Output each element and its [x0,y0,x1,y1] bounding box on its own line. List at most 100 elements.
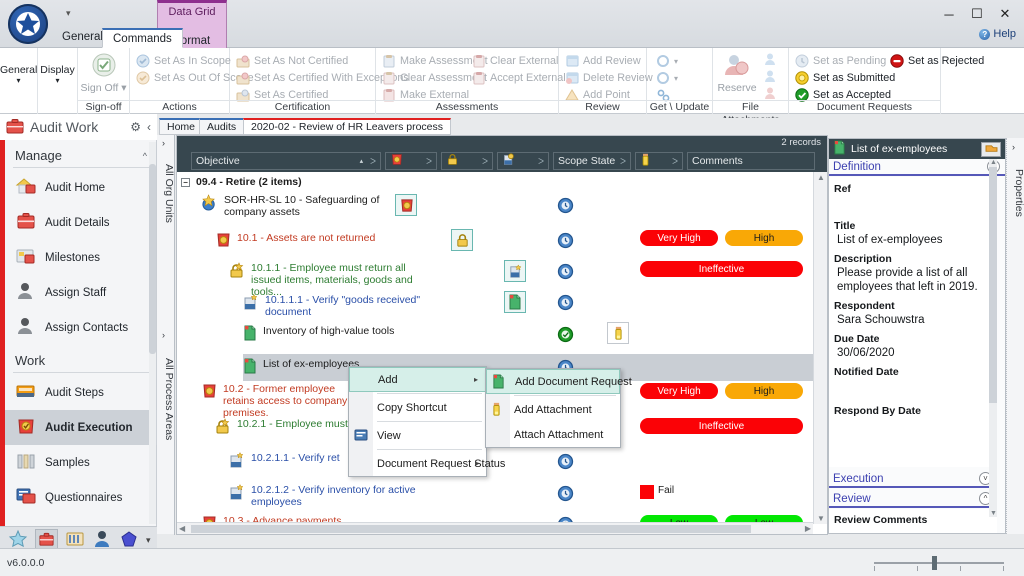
filter-icon[interactable]: ᐳ [482,157,488,166]
column-header-objective[interactable]: Objective ▴ ᐳ [191,152,381,170]
row-test-cell[interactable] [504,260,526,282]
sidebar-item-audit-details[interactable]: Audit Details [5,205,157,240]
row-risk-cell[interactable] [395,194,417,216]
general-menu-button[interactable]: General ▾ [0,64,37,86]
menu-item-add-attachment[interactable]: Add Attachment [486,397,620,422]
set-as-in-scope-button[interactable]: Set As In Scope [136,54,231,68]
column-header-test[interactable]: ᐳ [497,152,549,170]
get-update-2-button[interactable]: ▾ [656,71,678,85]
accept-external-button[interactable]: Accept External [472,71,566,85]
field-value-respond-by-date[interactable] [834,418,992,434]
dock-tab-all-org-units[interactable]: All Org Units [157,152,175,234]
accordion-definition[interactable]: Definition ^ [829,159,1005,176]
maximize-button[interactable]: ☐ [964,4,990,24]
gear-icon[interactable]: ⚙ [130,120,141,134]
field-value-due-date[interactable]: 30/06/2020 [834,346,992,360]
sign-off-button[interactable]: Sign Off ▾ [78,52,129,94]
table-row[interactable]: 10.1.1 - Employee must return all issued… [229,262,429,298]
grid-horizontal-scrollbar[interactable]: ◀ ▶ [177,522,813,534]
reserve-button[interactable]: Reserve [715,52,759,94]
sort-asc-icon[interactable]: ▴ [360,157,364,165]
scrollbar-thumb[interactable] [989,167,997,403]
get-update-1-button[interactable]: ▾ [656,54,678,68]
field-value-respondent[interactable]: Sara Schouwstra [834,313,992,327]
filter-icon[interactable]: ᐳ [370,157,376,166]
dock-tab-properties[interactable]: Properties [1007,158,1024,228]
sidebar-item-milestones[interactable]: Milestones [5,240,157,275]
field-value-title[interactable]: List of ex-employees [834,233,992,247]
app-logo-icon[interactable] [8,4,48,44]
scrollbar-thumb[interactable] [191,525,751,533]
doc-tab-home[interactable]: Home [159,118,203,135]
table-row[interactable]: 10.2 - Former employee retains access to… [201,383,361,419]
sidebar-item-audit-home[interactable]: Audit Home [5,170,157,205]
sidebar-section-work[interactable]: Work [5,345,157,372]
add-review-button[interactable]: Add Review [565,54,641,68]
table-row[interactable]: 10.1 - Assets are not returned [215,232,405,251]
column-header-comments[interactable]: Comments [687,152,815,170]
table-row[interactable]: 10.2.1.2 - Verify inventory for active e… [229,484,459,508]
scroll-left-icon[interactable]: ◀ [179,524,185,533]
properties-scrollbar[interactable]: ▲ ▼ [989,159,997,517]
module-overflow-icon[interactable]: ▾ [146,535,151,546]
field-value-notified-date[interactable] [834,379,992,399]
sidebar-scrollbar[interactable] [149,142,156,524]
set-as-pending-button[interactable]: Set as Pending [795,54,886,68]
column-header-attachment[interactable]: ᐳ [635,152,683,170]
dock-tab-all-process-areas[interactable]: All Process Areas [157,344,175,454]
all-process-areas-chevron-icon[interactable]: › [162,330,165,340]
clear-external-button[interactable]: Clear External [472,54,558,68]
pin-icon[interactable] [981,142,1001,157]
delete-review-button[interactable]: Delete Review [565,71,653,85]
filter-icon[interactable]: ᐳ [426,157,432,166]
table-row[interactable]: Inventory of high-value tools [243,325,443,344]
row-document-request-cell[interactable] [504,291,526,313]
grid-vertical-scrollbar[interactable]: ▲ ▼ [813,172,827,524]
display-menu-button[interactable]: Display ▾ [38,64,77,86]
scrollbar-thumb[interactable] [149,164,156,354]
chevron-up-icon[interactable]: ^ [143,151,147,161]
sidebar-item-questionnaires[interactable]: Questionnaires [5,480,157,515]
field-value-ref[interactable] [834,196,992,214]
table-row[interactable]: 10.2.1 - Employee must [215,418,360,438]
minimize-button[interactable]: ─ [936,4,962,24]
table-row[interactable]: SOR-HR-SL 10 - Safeguarding of company a… [201,194,391,218]
row-attachment-cell[interactable] [607,322,629,344]
set-as-not-certified-button[interactable]: Set As Not Certified [236,54,348,68]
table-row[interactable]: 10.2.1.1 - Verify ret [229,452,359,472]
scroll-right-icon[interactable]: ▶ [805,524,811,533]
zoom-slider-thumb[interactable] [932,556,937,570]
close-button[interactable]: ✕ [992,4,1018,24]
scroll-down-icon[interactable]: ▼ [990,510,997,517]
properties-chevron-icon[interactable]: › [1012,142,1015,152]
menu-item-add[interactable]: Add ▸ [349,367,486,392]
scroll-up-icon[interactable]: ▲ [990,159,997,166]
menu-item-view[interactable]: View [349,423,486,448]
sidebar-item-audit-steps[interactable]: Audit Steps [5,375,157,410]
row-control-cell[interactable] [451,229,473,251]
attach-person-2-button[interactable] [763,69,777,83]
quick-access-dropdown-icon[interactable]: ▾ [66,8,71,19]
set-as-submitted-button[interactable]: Set as Submitted [795,71,895,85]
set-as-rejected-button[interactable]: Set as Rejected [890,54,984,68]
sidebar-section-manage[interactable]: Manage ^ [5,140,157,167]
menu-item-add-document-request[interactable]: Add Document Request [486,369,620,394]
filter-icon[interactable]: ᐳ [538,157,544,166]
sidebar-item-samples[interactable]: Samples [5,445,157,480]
scroll-down-icon[interactable]: ▼ [817,514,825,523]
filter-icon[interactable]: ᐳ [672,157,678,166]
column-header-control[interactable]: ᐳ [441,152,493,170]
chevron-left-icon[interactable]: ‹ [147,120,151,134]
all-org-units-chevron-icon[interactable]: › [162,138,165,148]
doc-tab-audits[interactable]: Audits [199,118,244,135]
menu-item-document-request-status[interactable]: Document Request Status ▸ [349,451,486,476]
scroll-up-icon[interactable]: ▲ [817,173,825,182]
attach-person-3-button[interactable] [763,86,777,100]
field-value-description[interactable]: Please provide a list of all employees t… [834,266,992,294]
doc-tab-audit-detail[interactable]: 2020-02 - Review of HR Leavers process [243,118,451,135]
column-header-scope-state[interactable]: Scope State ᐳ [553,152,631,170]
grid-group-row[interactable]: − 09.4 - Retire (2 items) [177,172,302,192]
sidebar-item-assign-staff[interactable]: Assign Staff [5,275,157,310]
sidebar-item-audit-execution[interactable]: Audit Execution [5,410,157,445]
menu-item-copy-shortcut[interactable]: Copy Shortcut [349,395,486,420]
